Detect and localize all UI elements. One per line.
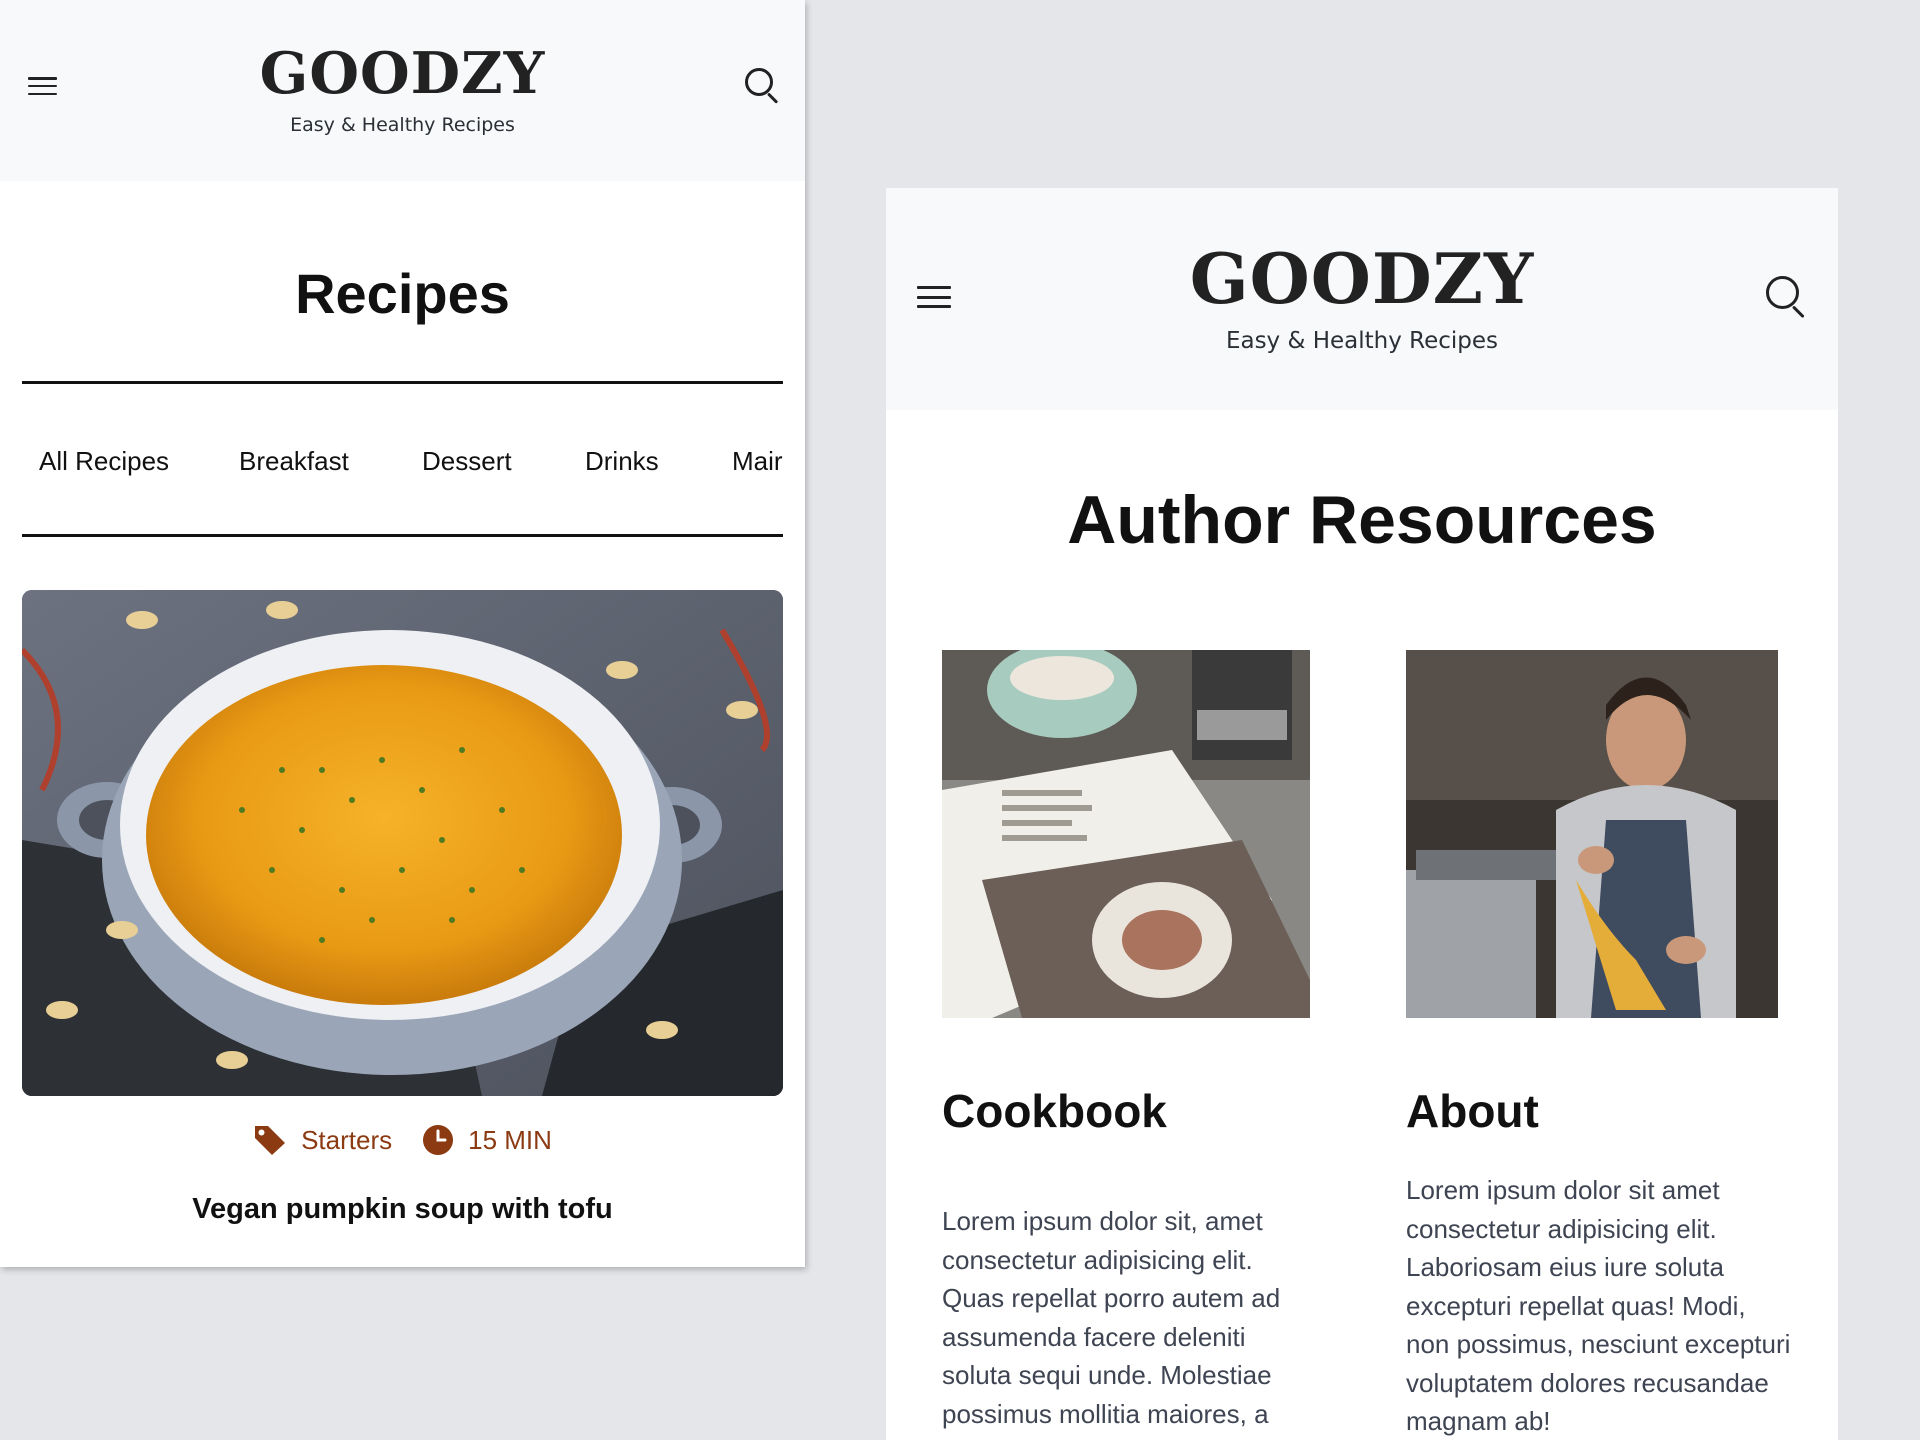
site-tagline: Easy & Healthy Recipes xyxy=(290,114,515,136)
recipe-image[interactable] xyxy=(22,590,783,1096)
about-image[interactable] xyxy=(1406,650,1778,1018)
search-icon[interactable] xyxy=(1766,276,1808,319)
clock-icon xyxy=(423,1125,454,1155)
site-logo[interactable]: GOODZY xyxy=(1190,245,1535,314)
cookbook-heading[interactable]: Cookbook xyxy=(942,1088,1167,1134)
tab-dessert[interactable]: Dessert xyxy=(422,446,512,477)
cookbook-description: Lorem ipsum dolor sit, amet consectetur … xyxy=(942,1206,1281,1429)
brand[interactable]: GOODZY Easy & Healthy Recipes xyxy=(1190,245,1535,354)
tablet-author-resources-screen: GOODZY Easy & Healthy Recipes Author Res… xyxy=(886,188,1838,1440)
category-meta[interactable]: Starters xyxy=(253,1124,392,1156)
tab-main[interactable]: Mair xyxy=(732,446,783,477)
tab-all-recipes[interactable]: All Recipes xyxy=(39,446,169,477)
mobile-recipes-screen: GOODZY Easy & Healthy Recipes Recipes Al… xyxy=(0,0,805,1267)
cookbook-image[interactable] xyxy=(942,650,1310,1018)
category-tabs: All Recipes Breakfast Dessert Drinks Mai… xyxy=(22,381,783,537)
tab-breakfast[interactable]: Breakfast xyxy=(239,446,349,477)
recipe-category[interactable]: Starters xyxy=(301,1125,392,1156)
recipe-time: 15 MIN xyxy=(468,1124,552,1155)
hamburger-icon[interactable] xyxy=(28,77,57,95)
tab-drinks[interactable]: Drinks xyxy=(585,446,659,477)
about-description: Lorem ipsum dolor sit amet consectetur a… xyxy=(1406,1175,1791,1436)
page-title: Recipes xyxy=(295,262,510,325)
recipe-title[interactable]: Vegan pumpkin soup with tofu xyxy=(0,1193,805,1226)
site-header: GOODZY Easy & Healthy Recipes xyxy=(886,188,1838,410)
hamburger-icon[interactable] xyxy=(917,286,951,308)
tag-icon xyxy=(255,1126,286,1155)
recipe-meta: Starters 15 MIN xyxy=(0,1124,805,1156)
search-icon[interactable] xyxy=(745,68,781,104)
time-meta: 15 MIN xyxy=(422,1124,552,1156)
site-header: GOODZY Easy & Healthy Recipes xyxy=(0,0,805,181)
brand[interactable]: GOODZY Easy & Healthy Recipes xyxy=(260,45,546,136)
page-title: Author Resources xyxy=(1067,482,1657,558)
about-heading[interactable]: About xyxy=(1406,1088,1539,1134)
site-logo[interactable]: GOODZY xyxy=(260,45,546,102)
site-tagline: Easy & Healthy Recipes xyxy=(1225,327,1499,354)
